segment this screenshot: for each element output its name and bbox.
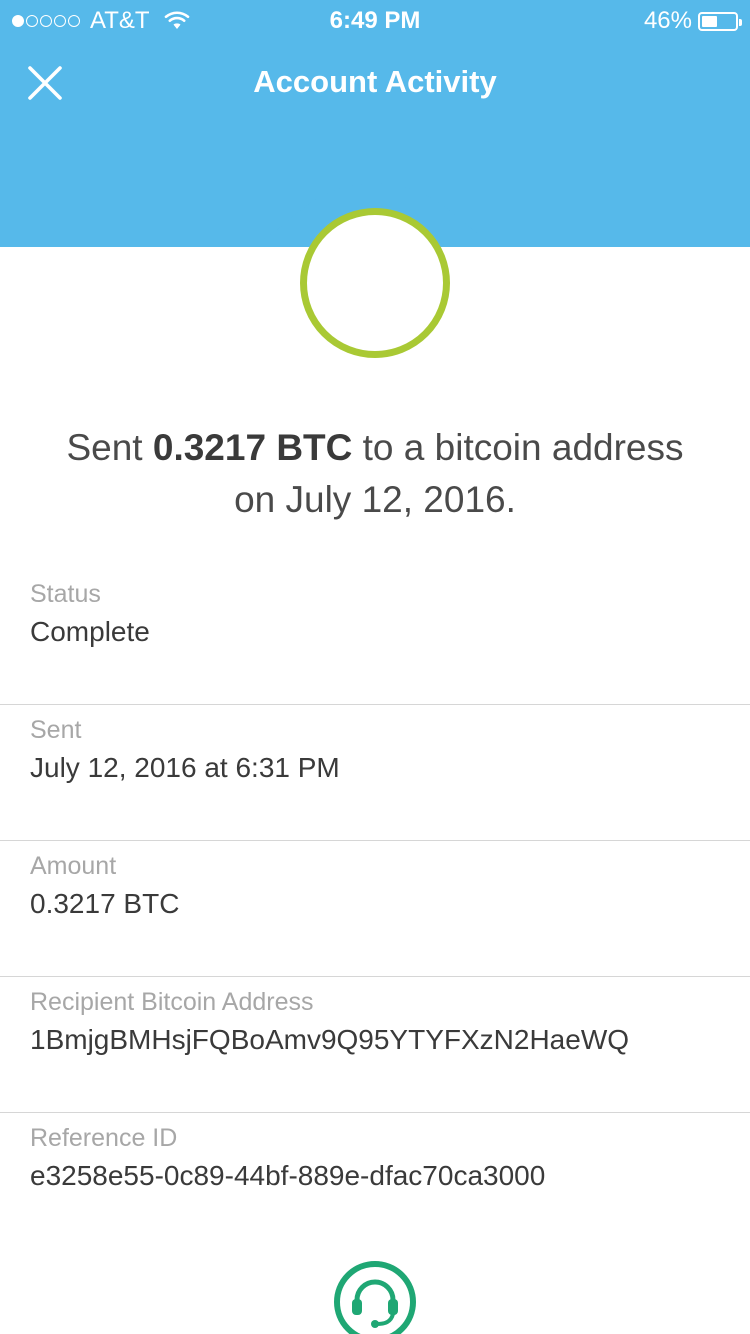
detail-value[interactable]: 1BmjgBMHsjFQBoAmv9Q95YTYFXzN2HaeWQ [30,1024,629,1056]
clock: 6:49 PM [329,7,421,34]
summary-middle: to a bitcoin address [352,427,684,468]
detail-label: Status [30,580,101,608]
summary-amount: 0.3217 BTC [152,427,353,468]
detail-row-reference-id: Reference ID e3258e55-0c89-44bf-889e-dfa… [0,1113,750,1249]
status-ring-icon [300,208,450,358]
detail-row-status: Status Complete [0,569,750,705]
status-bar: AT&T 6:49 PM 46% [0,0,750,40]
transaction-summary: Sent 0.3217 BTC to a bitcoin address on … [30,422,720,526]
battery-percent: 46% [643,7,692,34]
headset-support-icon[interactable] [333,1260,417,1334]
detail-row-recipient-address: Recipient Bitcoin Address 1BmjgBMHsjFQBo… [0,977,750,1113]
detail-row-sent: Sent July 12, 2016 at 6:31 PM [0,705,750,841]
detail-label: Sent [30,716,82,744]
detail-value: 0.3217 BTC [30,888,180,919]
battery-icon [698,11,742,31]
page-title: Account Activity [253,64,497,99]
detail-value: July 12, 2016 at 6:31 PM [30,752,340,783]
summary-date: on July 12, 2016. [234,479,516,520]
detail-value[interactable]: e3258e55-0c89-44bf-889e-dfac70ca3000 [30,1160,545,1192]
detail-label: Reference ID [30,1124,178,1152]
detail-row-amount: Amount 0.3217 BTC [0,841,750,977]
summary-prefix: Sent [66,427,153,468]
detail-label: Recipient Bitcoin Address [30,988,314,1016]
detail-label: Amount [30,852,117,880]
detail-value: Complete [30,616,150,647]
